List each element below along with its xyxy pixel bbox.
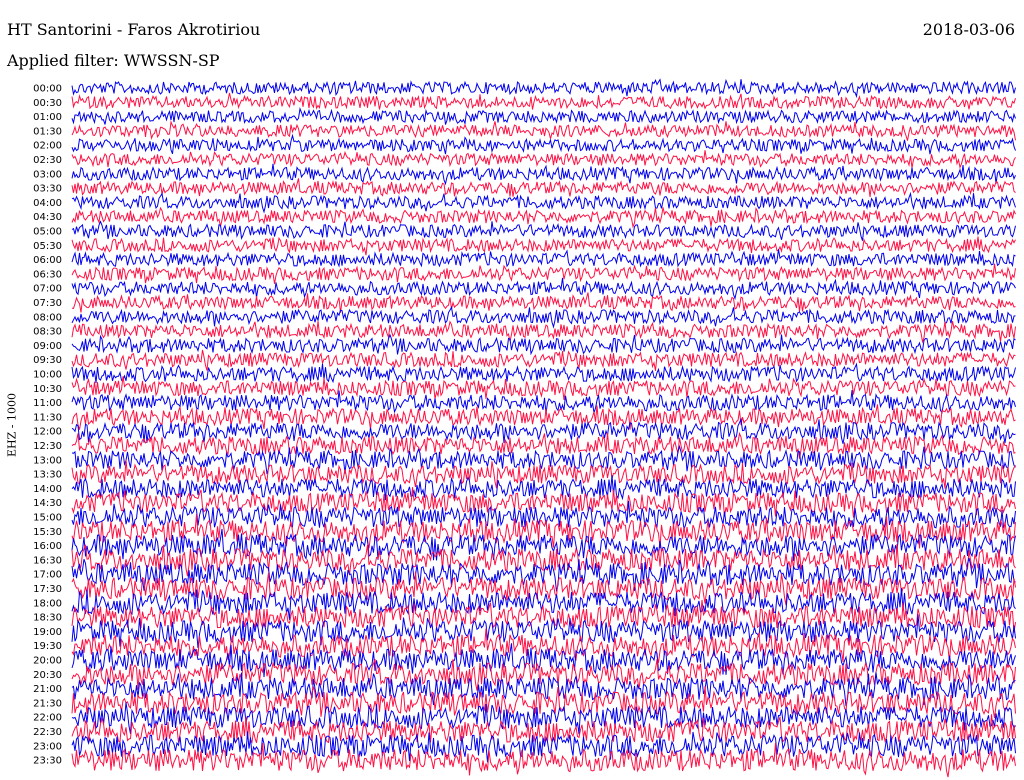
trace-08:00: [71, 305, 1016, 329]
time-tick-label: 04:30: [33, 212, 62, 223]
time-tick-label: 15:30: [33, 527, 62, 538]
trace-05:00: [71, 220, 1016, 241]
time-tick-label: 16:00: [33, 541, 62, 552]
time-tick-label: 13:00: [33, 455, 62, 466]
time-tick-label: 15:00: [33, 513, 62, 524]
trace-00:00: [71, 78, 1016, 99]
trace-07:30: [71, 292, 1016, 313]
time-tick-label: 17:00: [33, 570, 62, 581]
time-tick-label: 22:30: [33, 727, 62, 738]
time-tick-label: 09:00: [33, 341, 62, 352]
time-tick-label: 00:30: [33, 98, 62, 109]
trace-01:00: [71, 106, 1016, 126]
time-tick-label: 04:00: [33, 198, 62, 209]
trace-10:00: [71, 362, 1016, 384]
trace-02:00: [71, 133, 1016, 155]
time-tick-label: 14:00: [33, 484, 62, 495]
trace-06:00: [71, 249, 1016, 268]
trace-09:30: [71, 349, 1016, 371]
time-tick-label: 03:00: [33, 169, 62, 180]
time-tick-label: 19:00: [33, 627, 62, 638]
trace-04:00: [71, 191, 1016, 214]
trace-11:00: [71, 390, 1016, 414]
time-tick-label: 18:00: [33, 598, 62, 609]
time-tick-label: 12:00: [33, 427, 62, 438]
trace-00:30: [71, 92, 1016, 111]
time-tick-label: 19:30: [33, 641, 62, 652]
time-tick-label: 07:30: [33, 298, 62, 309]
time-tick-label: 21:30: [33, 698, 62, 709]
trace-04:30: [71, 206, 1016, 229]
helicorder-plot: 00:00 00:30 01:00 01:30 02:00 02:30 03:00 03:30…: [33, 78, 1016, 778]
time-tick-label: 00:00: [33, 84, 62, 95]
time-tick-label: 02:30: [33, 155, 62, 166]
time-tick-label: 09:30: [33, 355, 62, 366]
time-tick-label: 08:00: [33, 312, 62, 323]
time-tick-label: 23:30: [33, 756, 62, 767]
time-tick-label: 14:30: [33, 498, 62, 509]
time-tick-label: 11:30: [33, 412, 62, 423]
trace-23:00: [71, 731, 1016, 763]
time-tick-label: 10:30: [33, 384, 62, 395]
trace-19:00: [71, 614, 1016, 648]
time-tick-label: 05:30: [33, 241, 62, 252]
trace-13:30: [71, 459, 1016, 489]
time-tick-label: 16:30: [33, 555, 62, 566]
time-tick-label: 06:00: [33, 255, 62, 266]
trace-group: [71, 78, 1016, 778]
time-tick-label: 03:30: [33, 184, 62, 195]
time-tick-label: 12:30: [33, 441, 62, 452]
trace-06:30: [71, 263, 1016, 284]
trace-10:30: [71, 376, 1016, 400]
time-tick-label: 20:30: [33, 670, 62, 681]
time-tick-label: 07:00: [33, 284, 62, 295]
trace-02:30: [71, 150, 1016, 169]
time-tick-label: 08:30: [33, 327, 62, 338]
time-label-group: 00:00 00:30 01:00 01:30 02:00 02:30 03:00 03:30…: [33, 84, 62, 767]
trace-15:00: [71, 500, 1016, 532]
trace-05:30: [71, 236, 1016, 256]
time-tick-label: 21:00: [33, 684, 62, 695]
trace-12:30: [71, 431, 1016, 459]
trace-20:00: [71, 643, 1016, 678]
trace-09:00: [71, 333, 1016, 356]
time-tick-label: 18:30: [33, 613, 62, 624]
time-tick-label: 11:00: [33, 398, 62, 409]
time-tick-label: 23:00: [33, 741, 62, 752]
trace-08:30: [71, 320, 1016, 344]
trace-03:00: [71, 163, 1016, 186]
trace-07:00: [71, 277, 1016, 301]
time-tick-label: 10:00: [33, 370, 62, 381]
time-tick-label: 05:00: [33, 227, 62, 238]
trace-03:30: [71, 178, 1016, 198]
trace-11:30: [71, 404, 1016, 430]
time-tick-label: 22:00: [33, 713, 62, 724]
time-tick-label: 01:00: [33, 112, 62, 123]
time-tick-label: 06:30: [33, 269, 62, 280]
time-tick-label: 02:00: [33, 141, 62, 152]
time-tick-label: 01:30: [33, 126, 62, 137]
time-tick-label: 17:30: [33, 584, 62, 595]
trace-01:30: [71, 120, 1016, 141]
time-tick-label: 13:30: [33, 470, 62, 481]
time-tick-label: 20:00: [33, 656, 62, 667]
